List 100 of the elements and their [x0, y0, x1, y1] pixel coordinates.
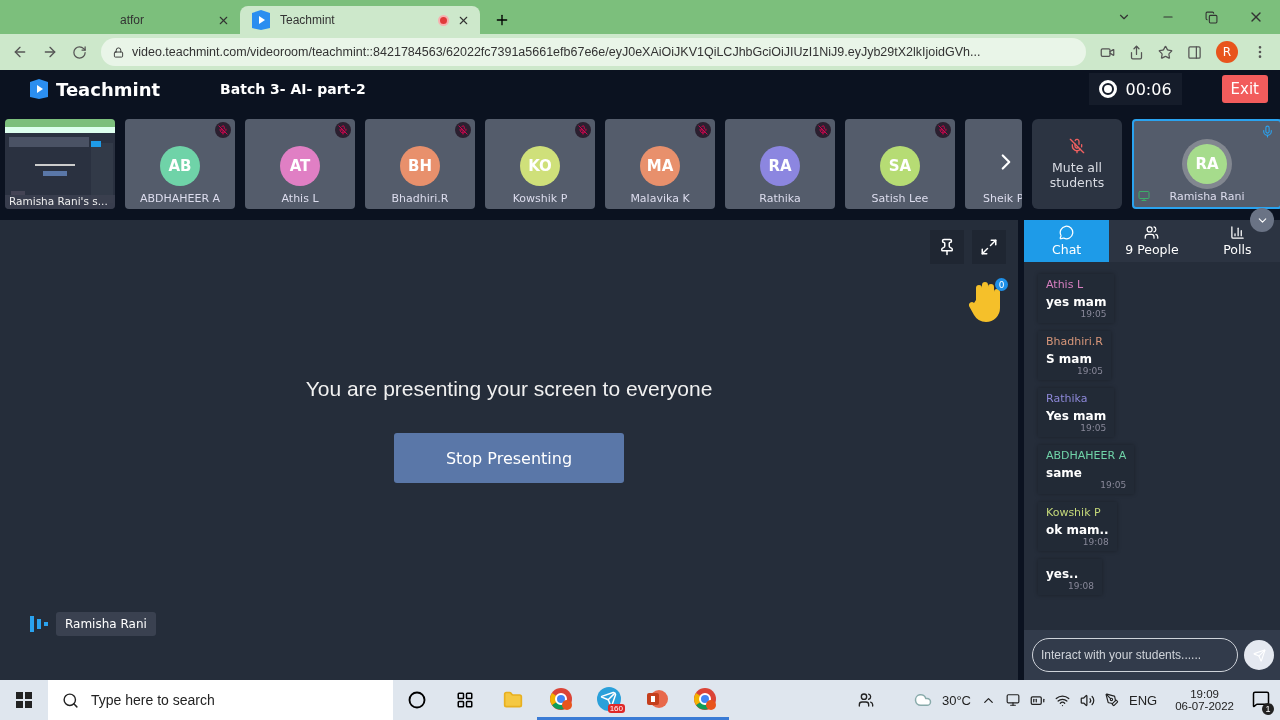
message-text: S mam: [1046, 352, 1093, 366]
participant-name: Ramisha Rani: [1169, 190, 1245, 203]
pin-icon: [938, 238, 956, 256]
folder-icon: [503, 690, 523, 710]
mute-all-button[interactable]: Mute all students: [1032, 119, 1122, 209]
panel-tab[interactable]: Chat: [1024, 220, 1110, 262]
sender-name: Kowshik P: [1046, 506, 1102, 519]
paper-plane-icon: [597, 686, 621, 711]
message-time: 19:05: [1077, 366, 1103, 376]
presenting-message: You are presenting your screen to everyone: [305, 377, 713, 401]
windows-icon: [16, 692, 32, 708]
chat-input[interactable]: Interact with your students......: [1032, 638, 1238, 672]
participant-tile[interactable]: SA Satish Lee: [845, 119, 955, 209]
class-title: Batch 3- AI- part-2: [220, 81, 366, 97]
expand-icon: [980, 238, 998, 256]
avatar: KO: [520, 146, 560, 186]
message-time: 19:05: [1100, 480, 1127, 490]
message-text: yes..: [1046, 567, 1080, 581]
address-bar[interactable]: video.teachmint.com/videoroom/teachmint::8421784563/62022fc7391a5661efb67e6e/eyJ0eXAiOiJKV1QiLCJhbGciOiJIUzI1NiJ9.eyJyb29tX2lkIjoidGVh...: [101, 38, 1086, 66]
side-panel-icon[interactable]: [1187, 44, 1202, 60]
participant-name: ABDHAHEER A: [139, 192, 221, 205]
message-text: Yes mam: [1046, 409, 1107, 423]
exit-button[interactable]: Exit: [1221, 75, 1268, 103]
new-tab-icon[interactable]: [494, 12, 510, 28]
audio-level-icon: [30, 615, 50, 633]
participant-tile[interactable]: MA Malavika K: [605, 119, 715, 209]
screen-share-tile[interactable]: Ramisha Rani's s...: [5, 119, 115, 209]
clock[interactable]: 19:09 06-07-2022: [1175, 688, 1234, 712]
profile-avatar[interactable]: R: [1216, 41, 1238, 63]
participant-tile[interactable]: KO Kowshik P: [485, 119, 595, 209]
unread-count: 160: [607, 704, 625, 713]
avatar: RA: [1187, 144, 1227, 184]
message-text: yes mam: [1046, 295, 1107, 309]
self-tile[interactable]: RA Ramisha Rani: [1132, 119, 1280, 209]
search-field[interactable]: Type here to search: [89, 691, 289, 709]
restore-icon[interactable]: [1205, 10, 1218, 24]
reload-icon[interactable]: [72, 44, 87, 60]
participant-tile[interactable]: AB ABDHAHEER A: [125, 119, 235, 209]
participant-tile[interactable]: RA Rathika: [725, 119, 835, 209]
participant-name: Athis L: [281, 192, 319, 205]
avatar: AT: [280, 146, 320, 186]
logo-icon: [28, 78, 50, 100]
participant-name: Bhadhiri.R: [391, 192, 449, 205]
notification-icon: [1252, 689, 1270, 708]
mic-icon: [1261, 125, 1274, 138]
browser-tab[interactable]: Teachmint: [240, 6, 480, 34]
message-text: ok mam..: [1046, 523, 1109, 537]
task-view-icon: [456, 691, 474, 709]
browser-icon: [549, 686, 573, 711]
participant-name: Malavika K: [630, 192, 690, 205]
avatar: AB: [160, 146, 200, 186]
message-time: 19:05: [1080, 309, 1107, 319]
lock-icon: [113, 46, 124, 58]
sender-name: Athis L: [1046, 278, 1085, 291]
sender-name: Bhadhiri.R: [1046, 335, 1103, 348]
brand-name: Teachmint: [56, 78, 161, 100]
participant-tile[interactable]: AT Athis L: [245, 119, 355, 209]
poll-icon: [1229, 225, 1245, 240]
pen-icon[interactable]: [1105, 693, 1119, 707]
participant-name: Rathika: [759, 192, 801, 205]
browser-icon: [693, 686, 717, 711]
taskbar-search-bar[interactable]: Type here to search: [48, 680, 393, 720]
panel-tab[interactable]: Polls: [1194, 220, 1280, 262]
message-text: same: [1046, 466, 1083, 480]
wifi-icon[interactable]: [1055, 692, 1070, 708]
url-text: video.teachmint.com/videoroom/teachmint::8421784563/62022fc7391a5661efb67e6e/eyJ0eXAiOiJKV1QiLCJhbGciOiJIUzI1NiJ9.eyJyb29tX2lkIjoidGVh...: [132, 45, 981, 59]
participant-name: Satish Lee: [871, 192, 929, 205]
avatar: MA: [640, 146, 680, 186]
circle-icon: [408, 691, 426, 709]
back-icon[interactable]: [12, 44, 28, 60]
participant-name: Kowshik P: [512, 192, 568, 205]
browser-tab[interactable]: atfor: [110, 6, 240, 34]
volume-icon[interactable]: [1080, 692, 1095, 708]
chat-icon: [1059, 225, 1075, 240]
avatar: SA: [880, 146, 920, 186]
logo-icon: [250, 9, 272, 31]
send-icon: [1252, 648, 1266, 662]
stop-presenting-button[interactable]: Stop Presenting: [394, 433, 624, 483]
temperature[interactable]: 30°C: [941, 692, 971, 708]
mic-off-icon: [1069, 138, 1085, 154]
forward-icon[interactable]: [42, 44, 58, 60]
pin-button[interactable]: [930, 230, 964, 264]
participant-tile[interactable]: BH Bhadhiri.R: [365, 119, 475, 209]
people-icon: [1144, 225, 1160, 240]
message-time: 19:08: [1068, 581, 1094, 591]
speaker-name: Ramisha Rani: [56, 612, 156, 636]
language-indicator[interactable]: ENG: [1129, 692, 1158, 708]
search-icon: [62, 691, 79, 709]
avatar: RA: [760, 146, 800, 186]
record-icon: [1099, 80, 1118, 98]
timer-text: 00:06: [1125, 79, 1172, 99]
panel-tab[interactable]: 9 People: [1109, 220, 1195, 262]
screen-icon: [1138, 190, 1150, 202]
star-icon[interactable]: [1158, 44, 1173, 60]
telegram-button[interactable]: 160: [585, 680, 633, 720]
share-icon[interactable]: [1129, 44, 1144, 60]
fullscreen-button[interactable]: [972, 230, 1006, 264]
people-icon[interactable]: [857, 692, 874, 708]
sender-name: Rathika: [1046, 392, 1089, 405]
send-button[interactable]: [1244, 640, 1274, 670]
